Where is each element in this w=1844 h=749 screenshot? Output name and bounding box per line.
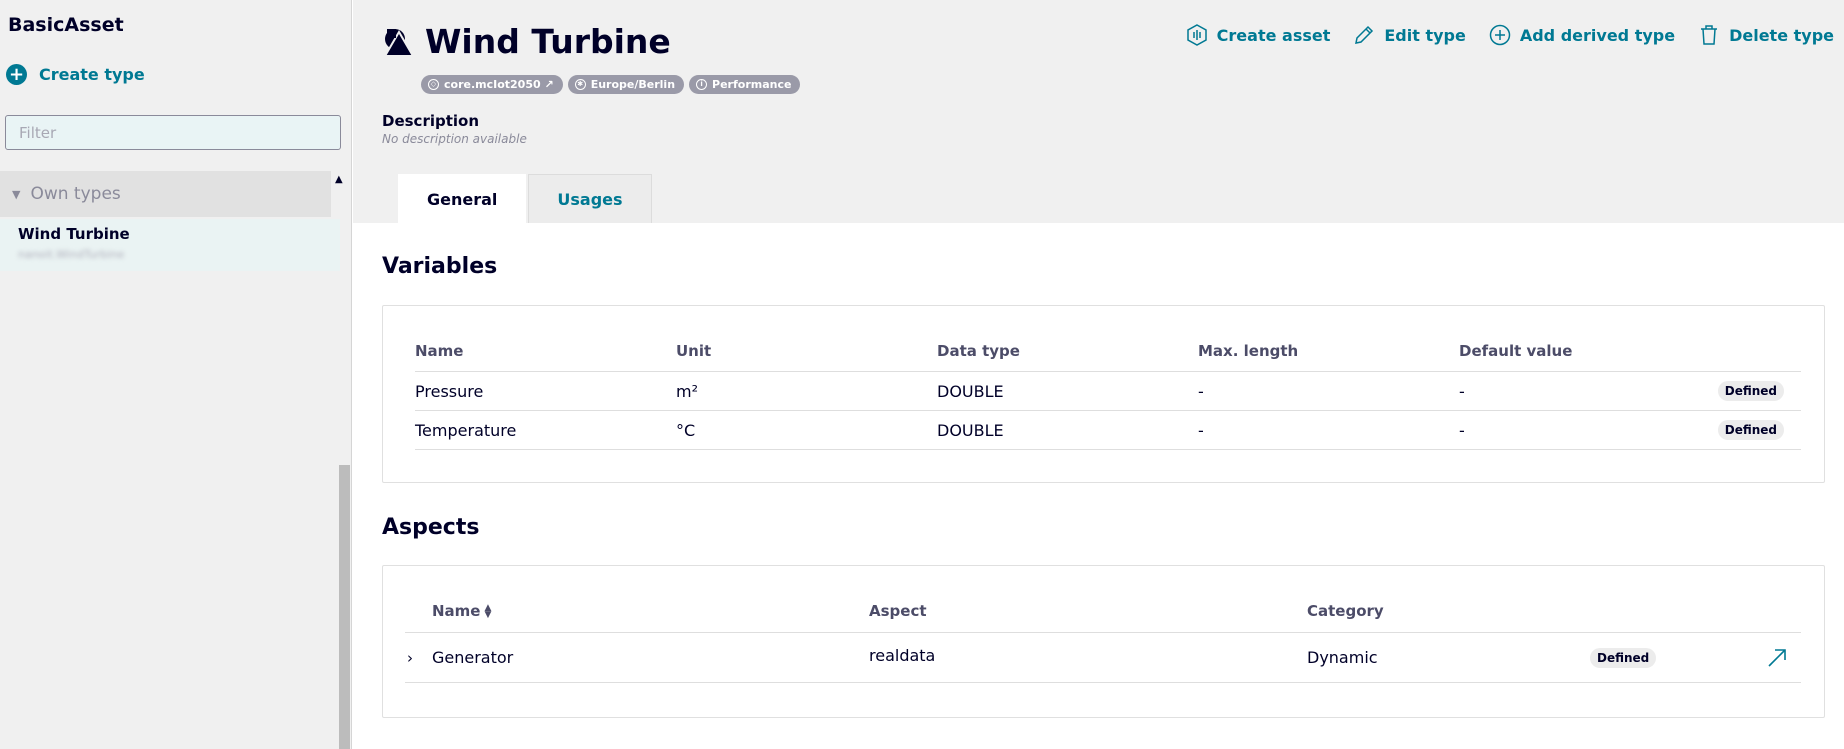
variable-unit: m² bbox=[676, 381, 698, 401]
aspects-heading: Aspects bbox=[382, 515, 480, 540]
open-arrow-icon[interactable] bbox=[1765, 646, 1789, 670]
asset-type-icon bbox=[383, 28, 415, 57]
col-name-label: Name bbox=[432, 602, 481, 620]
col-name: Name bbox=[415, 342, 464, 360]
col-default-value: Default value bbox=[1459, 342, 1573, 360]
sidebar-scrollbar[interactable] bbox=[339, 465, 350, 749]
table-row[interactable]: Temperature °C DOUBLE - - Defined bbox=[383, 411, 1824, 449]
sidebar-title: BasicAsset bbox=[8, 14, 124, 36]
variable-data-type: DOUBLE bbox=[937, 420, 1004, 440]
toolbar: Create asset Edit type Add derived type … bbox=[1185, 23, 1834, 47]
timezone-badge: ✱ Europe/Berlin bbox=[567, 75, 685, 94]
tree-item-id: nanoit.WindTurbine bbox=[18, 248, 125, 261]
plus-circle-icon bbox=[1489, 24, 1511, 46]
scroll-up-icon[interactable]: ▲ bbox=[335, 174, 343, 185]
variable-default-value: - bbox=[1459, 381, 1465, 401]
table-row[interactable]: › Generator realdata Dynamic Defined bbox=[383, 633, 1824, 682]
col-unit: Unit bbox=[676, 342, 712, 360]
col-aspect: Aspect bbox=[869, 602, 927, 620]
aspects-table: Name ▲ ▼ Aspect Category › Generator reald… bbox=[382, 565, 1825, 718]
variable-max-length: - bbox=[1198, 420, 1204, 440]
sort-icon: ▲ ▼ bbox=[484, 602, 492, 620]
status-badge: Defined bbox=[1717, 381, 1784, 401]
table-header: Name ▲ ▼ Aspect Category bbox=[383, 591, 1824, 631]
tenant-badge-label: core.mcIot2050 ↗ bbox=[444, 78, 554, 91]
tree-item-name: Wind Turbine bbox=[18, 225, 130, 243]
description-value: No description available bbox=[382, 132, 527, 146]
page-header: Wind Turbine bbox=[383, 22, 671, 61]
badge-list: ◇ core.mcIot2050 ↗ ✱ Europe/Berlin i Per… bbox=[421, 75, 801, 94]
table-row[interactable]: Pressure m² DOUBLE - - Defined bbox=[383, 372, 1824, 410]
edit-type-button[interactable]: Edit type bbox=[1352, 23, 1466, 47]
tab-bar: General Usages bbox=[398, 174, 652, 223]
chevron-right-icon[interactable]: › bbox=[407, 649, 413, 667]
aspect-type: realdata bbox=[869, 646, 936, 665]
tenant-badge[interactable]: ◇ core.mcIot2050 ↗ bbox=[421, 75, 563, 94]
col-category: Category bbox=[1307, 602, 1384, 620]
tab-usages[interactable]: Usages bbox=[528, 174, 652, 223]
variables-heading: Variables bbox=[382, 254, 498, 279]
info-icon: i bbox=[696, 79, 708, 90]
tenant-icon: ◇ bbox=[428, 79, 439, 90]
create-asset-button[interactable]: Create asset bbox=[1185, 23, 1331, 47]
globe-icon: ✱ bbox=[574, 79, 586, 90]
variable-default-value: - bbox=[1459, 420, 1465, 440]
aspect-category: Dynamic bbox=[1307, 648, 1378, 667]
variable-max-length: - bbox=[1198, 381, 1204, 401]
trash-icon bbox=[1701, 25, 1718, 45]
delete-type-label: Delete type bbox=[1729, 25, 1834, 45]
status-badge: Defined bbox=[1717, 420, 1784, 440]
aspect-name: Generator bbox=[432, 648, 514, 667]
page-title: Wind Turbine bbox=[425, 22, 671, 61]
divider bbox=[415, 449, 1801, 450]
col-data-type: Data type bbox=[937, 342, 1020, 360]
scope-badge: i Performance bbox=[689, 75, 801, 94]
col-max-length: Max. length bbox=[1198, 342, 1299, 360]
own-types-group[interactable]: ▼ Own types bbox=[0, 171, 331, 217]
create-type-button[interactable]: + Create type bbox=[6, 64, 145, 85]
pencil-icon bbox=[1355, 25, 1374, 44]
edit-type-label: Edit type bbox=[1384, 25, 1466, 45]
scope-badge-label: Performance bbox=[712, 78, 792, 91]
variable-name: Temperature bbox=[415, 420, 517, 440]
plus-icon: + bbox=[6, 64, 27, 85]
timezone-badge-label: Europe/Berlin bbox=[590, 78, 676, 91]
divider bbox=[405, 682, 1801, 683]
add-derived-type-button[interactable]: Add derived type bbox=[1488, 23, 1675, 47]
tree-item-wind-turbine[interactable]: Wind Turbine nanoit.WindTurbine bbox=[0, 219, 340, 271]
add-derived-type-label: Add derived type bbox=[1519, 25, 1676, 45]
variable-unit: °C bbox=[676, 420, 696, 440]
status-badge: Defined bbox=[1590, 647, 1657, 668]
create-asset-icon bbox=[1186, 24, 1207, 46]
variable-data-type: DOUBLE bbox=[937, 381, 1004, 401]
tab-general[interactable]: General bbox=[398, 174, 527, 223]
table-header: Name Unit Data type Max. length Default … bbox=[383, 331, 1824, 371]
own-types-label: Own types bbox=[30, 184, 121, 204]
variable-name: Pressure bbox=[415, 381, 484, 401]
caret-down-icon: ▼ bbox=[12, 187, 21, 201]
create-asset-label: Create asset bbox=[1216, 25, 1331, 45]
filter-input[interactable] bbox=[5, 115, 341, 150]
variables-table: Name Unit Data type Max. length Default … bbox=[382, 305, 1825, 483]
delete-type-button[interactable]: Delete type bbox=[1697, 23, 1834, 47]
description-label: Description bbox=[382, 112, 480, 130]
create-type-label: Create type bbox=[39, 65, 145, 84]
col-name-sortable[interactable]: Name ▲ ▼ bbox=[432, 602, 491, 620]
sidebar: BasicAsset + Create type ▼ Own types ▲ W… bbox=[0, 0, 352, 749]
